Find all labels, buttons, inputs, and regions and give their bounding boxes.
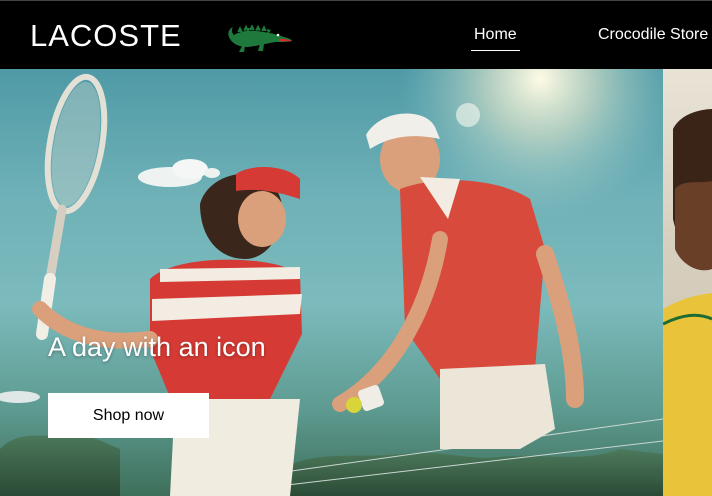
crocodile-icon[interactable] bbox=[224, 15, 294, 57]
shop-now-button[interactable]: Shop now bbox=[48, 393, 209, 438]
site-header: LACOSTE Home Crocodile Store bbox=[0, 0, 712, 69]
hero-title: A day with an icon bbox=[48, 332, 266, 362]
nav-crocodile-store[interactable]: Crocodile Store bbox=[598, 25, 708, 45]
hero-banner: A day with an icon Shop now bbox=[0, 69, 663, 496]
nav-home[interactable]: Home bbox=[471, 25, 520, 51]
brand-logo-text[interactable]: LACOSTE bbox=[30, 19, 182, 53]
next-slide-photo bbox=[663, 109, 712, 496]
next-slide-preview[interactable] bbox=[663, 69, 712, 496]
